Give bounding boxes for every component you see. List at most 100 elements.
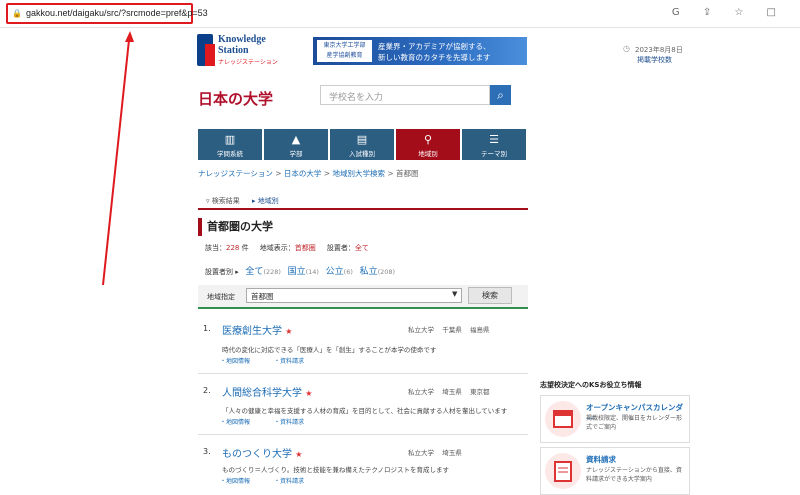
search-input[interactable]: 学校名を入力 [320, 85, 490, 105]
filter-public[interactable]: 公立 [326, 267, 344, 277]
nav-tab-subjects[interactable]: ▥ 学問系統 [198, 129, 264, 160]
item-number: 3. [203, 447, 211, 456]
school-type: 私立大学 [408, 449, 434, 457]
school-type: 私立大学 [408, 388, 434, 396]
nav-label: テーマ別 [481, 150, 507, 158]
region-label: 地域表示： [259, 244, 295, 252]
tab-label: 地域別 [257, 197, 279, 205]
breadcrumb-item[interactable]: ナレッジステーション [198, 169, 273, 178]
nav-label: 入試種別 [349, 150, 375, 158]
site-title[interactable]: 日本の大学 [198, 88, 273, 109]
nav-label: 地域別 [418, 150, 438, 158]
request-link[interactable]: ・資料請求 [274, 419, 316, 426]
link-label: 資料請求 [280, 419, 305, 426]
founder-label: 設置者： [326, 244, 355, 252]
request-link[interactable]: ・資料請求 [274, 358, 316, 365]
logo-text-line1[interactable]: Knowledge [218, 34, 266, 45]
result-meta: 該当：228 件 地域表示：首都圏 設置者：全て [205, 243, 369, 253]
count-value: 228 [226, 244, 240, 252]
school-count-link[interactable]: 掲載学校数 [637, 55, 672, 65]
area-select[interactable]: 首都圏 [246, 288, 462, 303]
nav-label: 学部 [289, 150, 303, 158]
school-pref2: 東京都 [470, 388, 490, 396]
school-attrs: 私立大学 千葉県 福島県 [408, 324, 490, 334]
area-search-button[interactable]: 検索 [468, 287, 512, 304]
item-number: 2. [203, 386, 211, 395]
filter-label: 設置者別 [205, 268, 233, 276]
banner-left-text: 東京大学工学部 産学協創教育 [317, 40, 372, 62]
count-label: 該当： [205, 244, 226, 252]
link-label: 地図情報 [226, 478, 251, 485]
card-desc: ナレッジステーションから直接、資料請求ができる大学案内 [586, 467, 682, 483]
map-icon: ⚲ [423, 133, 433, 146]
books-icon: ▥ [224, 133, 236, 146]
nav-tab-theme[interactable]: ☰ テーマ別 [462, 129, 528, 160]
item-links: ・地図情報 ・資料請求 [220, 356, 328, 365]
divider [198, 434, 528, 435]
school-name: 医療創生大学 [222, 326, 282, 337]
nav-tab-faculty[interactable]: ▲ 学部 [264, 129, 330, 160]
category-nav: ▥ 学問系統 ▲ 学部 ▤ 入試種別 ⚲ 地域別 ☰ テーマ別 [198, 129, 528, 160]
banner-right-text: 産業界・アカデミアが協創する、 新しい教育のカタチを先導します [378, 41, 491, 63]
school-attrs: 私立大学 埼玉県 [408, 447, 462, 457]
link-label: 資料請求 [280, 358, 305, 365]
breadcrumb-item[interactable]: 日本の大学 [284, 169, 322, 178]
request-link[interactable]: ・資料請求 [274, 478, 316, 485]
school-desc: ものづくり＝人づくり。技術と技能を兼ね備えたテクノロジストを育成します [222, 466, 449, 474]
school-attrs: 私立大学 埼玉県 東京都 [408, 386, 490, 396]
school-name-link[interactable]: 人間総合科学大学 ★ [222, 384, 312, 399]
region-value: 首都圏 [294, 244, 316, 252]
open-campus-card[interactable]: オープンキャンパスカレンダー 掲載校限定、開催日をカレンダー形式でご案内 [540, 395, 690, 443]
sidebar-heading: 志望校決定へのKSお役立ち情報 [540, 381, 642, 389]
item-links: ・地図情報 ・資料請求 [220, 417, 328, 426]
filter-count: (6) [343, 268, 353, 276]
nav-tab-exam[interactable]: ▤ 入試種別 [330, 129, 396, 160]
school-pref: 埼玉県 [442, 449, 462, 457]
tab-region[interactable]: ▸ 地域別 [252, 197, 279, 205]
school-name: 人間総合科学大学 [222, 388, 302, 399]
nav-label: 学問系統 [217, 150, 243, 158]
filter-private[interactable]: 私立 [360, 267, 378, 277]
map-link[interactable]: ・地図情報 [220, 478, 262, 485]
calendar-icon [545, 401, 581, 437]
founder-filter: 設置者別 ▸ 全て(228) 国立(14) 公立(6) 私立(208) [205, 267, 396, 277]
link-label: 地図情報 [226, 358, 251, 365]
logo-text-line2[interactable]: Station [218, 45, 249, 56]
filter-count: (208) [377, 268, 396, 276]
map-link[interactable]: ・地図情報 [220, 419, 262, 426]
clock-icon: ◷ [623, 44, 630, 53]
banner-line1: 産業界・アカデミアが協創する、 [378, 42, 491, 51]
logo-subtext: ナレッジステーション [218, 59, 278, 66]
school-name-link[interactable]: 医療創生大学 ★ [222, 322, 292, 337]
divider [198, 208, 528, 210]
document-icon [545, 453, 581, 489]
map-link[interactable]: ・地図情報 [220, 358, 262, 365]
link-label: 地図情報 [226, 419, 251, 426]
card-desc: 掲載校限定、開催日をカレンダー形式でご案内 [586, 415, 683, 431]
nav-tab-region[interactable]: ⚲ 地域別 [396, 129, 462, 160]
area-label: 地域指定 [207, 293, 235, 301]
chevron-down-icon: ▼ [452, 290, 458, 298]
school-desc: 「人々の健康と幸福を支援する人材の育成」を目的として、社会に貢献する人材を輩出し… [222, 407, 508, 415]
school-type: 私立大学 [408, 326, 434, 334]
filter-count: (228) [263, 268, 281, 276]
star-icon: ★ [295, 450, 303, 459]
banner-line2: 新しい教育のカタチを先導します [378, 53, 491, 62]
filter-national[interactable]: 国立 [288, 267, 306, 277]
school-desc: 時代の変化に対応できる「医療人」を「創生」することが本学の使命です [222, 346, 437, 354]
breadcrumb-item[interactable]: 地域別大学検索 [332, 169, 385, 178]
school-name-link[interactable]: ものつくり大学 ★ [222, 445, 302, 460]
tab-label: 検索結果 [211, 197, 240, 205]
school-pref2: 福島県 [470, 326, 490, 334]
result-tabs: ▿ 検索結果 ▸ 地域別 [206, 196, 279, 206]
page-title: 首都圏の大学 [198, 218, 273, 236]
tab-results[interactable]: ▿ 検索結果 [206, 197, 240, 205]
filter-all[interactable]: 全て [245, 267, 263, 277]
count-unit: 件 [241, 244, 249, 252]
book-icon: ▤ [356, 133, 368, 146]
filter-count: (14) [305, 268, 319, 276]
school-pref: 千葉県 [442, 326, 462, 334]
request-card[interactable]: 資料請求 ナレッジステーションから直接、資料請求ができる大学案内 [540, 447, 690, 495]
search-button[interactable]: ⌕ [490, 85, 511, 105]
breadcrumb-current: 首都圏 [396, 169, 419, 178]
